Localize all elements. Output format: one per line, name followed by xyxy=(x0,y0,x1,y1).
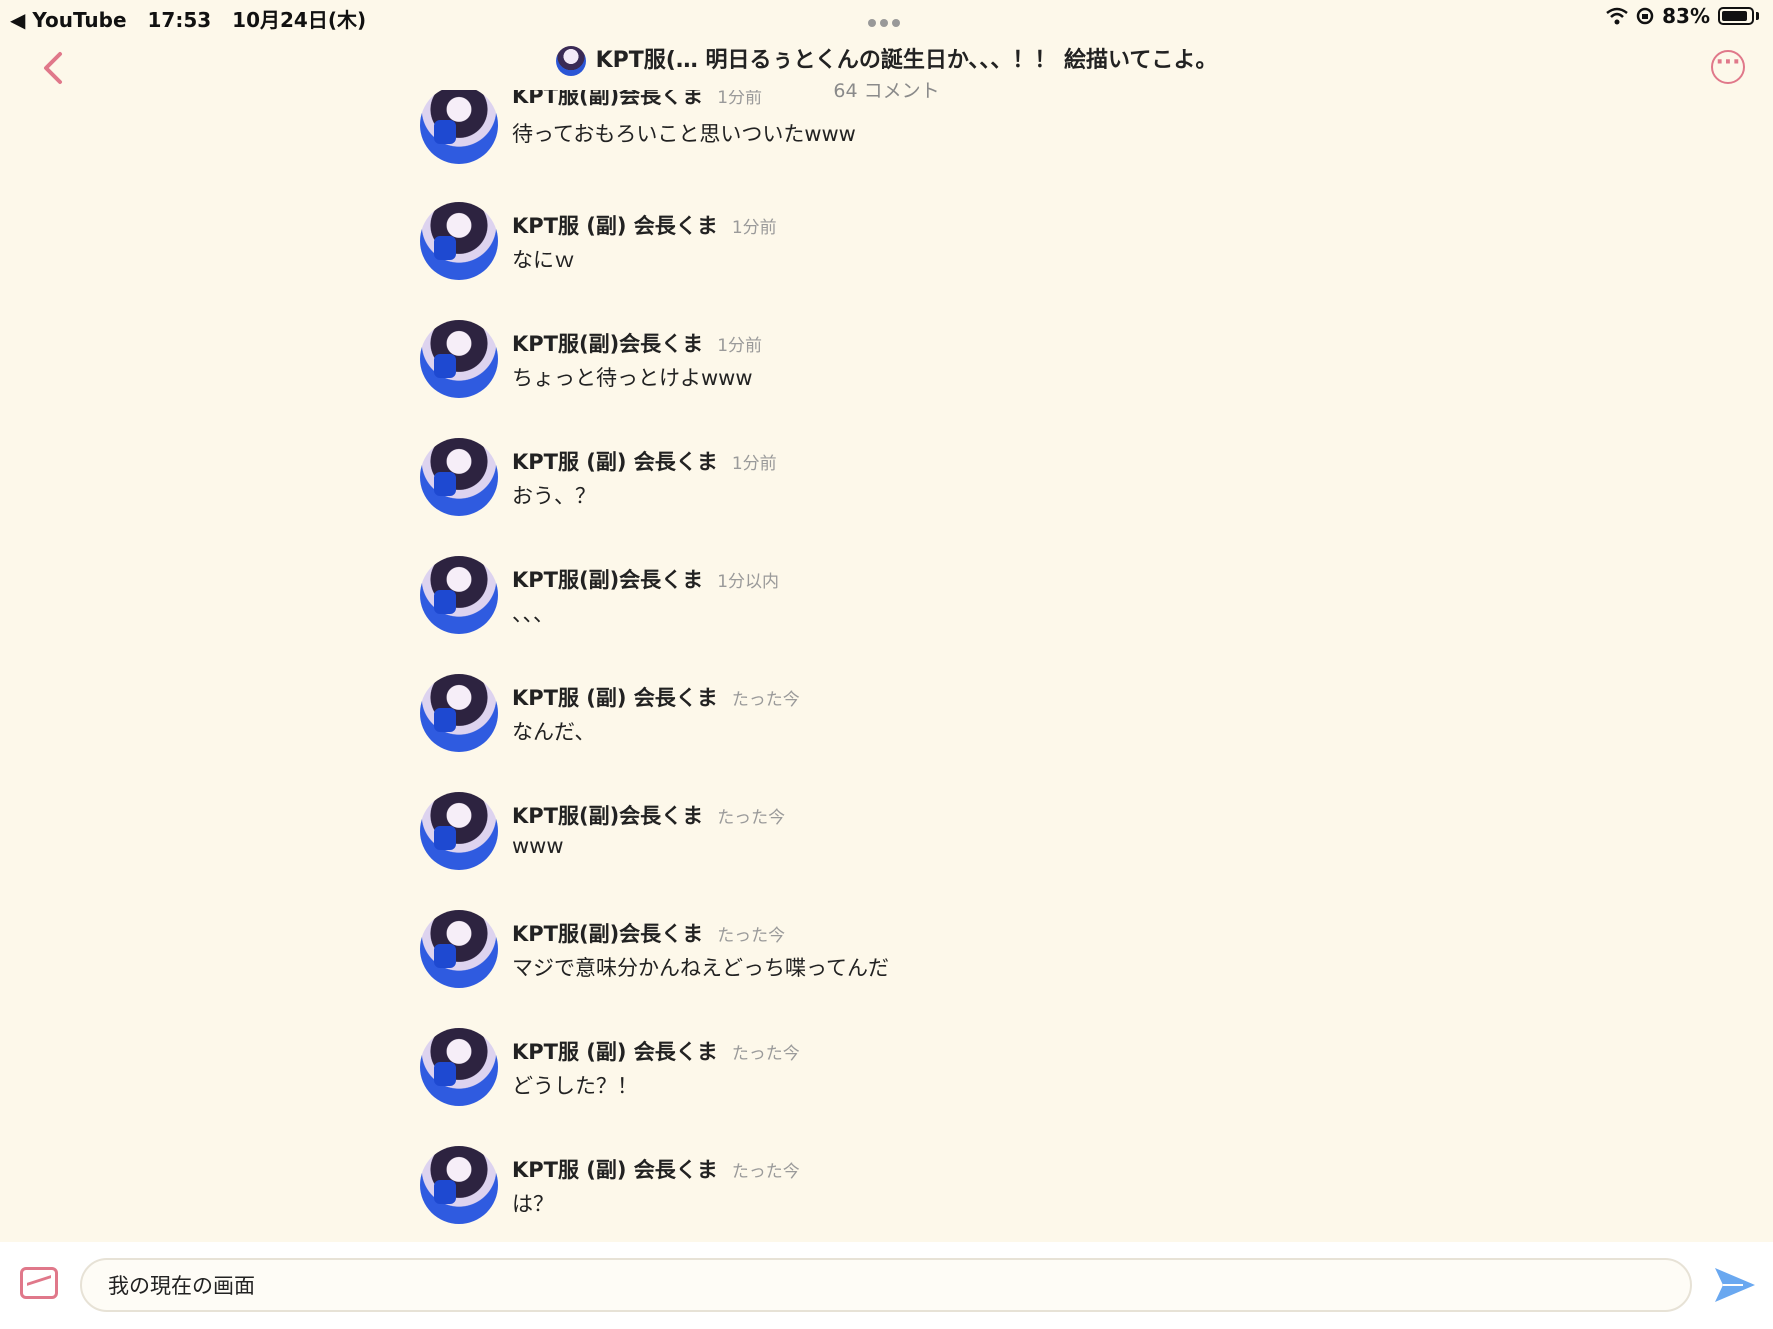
comment-author: KPT服(副)会長くま 1分前 xyxy=(512,90,763,108)
comment-item: KPT服 (副) 会長くま たった今 は？ xyxy=(420,1146,1320,1242)
avatar[interactable] xyxy=(420,1028,498,1106)
status-right: 83% xyxy=(1606,4,1759,28)
status-left: ◀ YouTube 17:53 10月24日(木) xyxy=(10,4,380,33)
comment-time: 1分以内 xyxy=(717,572,780,592)
comment-text: 待っておもろいこと思いついたwww xyxy=(512,122,856,146)
comment-time: 1分前 xyxy=(731,218,777,238)
comment-time: 1分前 xyxy=(717,336,763,356)
comment-text: 、、、 xyxy=(512,602,554,626)
comment-text: なんだ、 xyxy=(512,720,596,744)
comment-author: KPT服(副)会長くま 1分以内 xyxy=(512,568,780,592)
comment-author: KPT服 (副) 会長くま たった今 xyxy=(512,686,800,710)
comment-item: KPT服(副)会長くま 1分以内 、、、 xyxy=(420,556,1320,656)
comment-author: KPT服 (副) 会長くま 1分前 xyxy=(512,214,777,238)
comment-item: KPT服 (副) 会長くま たった今 どうした？！ xyxy=(420,1028,1320,1128)
comment-input[interactable] xyxy=(80,1258,1692,1312)
comment-item: KPT服 (副) 会長くま 1分前 おう、？ xyxy=(420,438,1320,538)
avatar[interactable] xyxy=(420,674,498,752)
comment-text: マジで意味分かんねえどっち喋ってんだ xyxy=(512,956,889,980)
status-time: 17:53 xyxy=(147,8,212,32)
wifi-icon xyxy=(1606,7,1628,25)
comment-list[interactable]: KPT服(副)会長くま 1分前 待っておもろいこと思いついたwww KPT服 (副… xyxy=(0,90,1773,1242)
rotation-lock-icon xyxy=(1636,7,1654,25)
comment-author: KPT服 (副) 会長くま たった今 xyxy=(512,1158,800,1182)
avatar[interactable] xyxy=(420,910,498,988)
avatar[interactable] xyxy=(420,202,498,280)
avatar[interactable] xyxy=(420,556,498,634)
battery-percent: 83% xyxy=(1662,4,1710,28)
avatar[interactable] xyxy=(420,320,498,398)
comment-author: KPT服(副)会長くま 1分前 xyxy=(512,332,763,356)
comment-time: たった今 xyxy=(731,1162,800,1182)
comment-time: 1分前 xyxy=(731,454,777,474)
compose-bar xyxy=(0,1242,1773,1329)
comment-item: KPT服(副)会長くま たった今 www xyxy=(420,792,1320,892)
comment-text: なにｗ xyxy=(512,248,575,272)
status-bar: ◀ YouTube 17:53 10月24日(木) 83% xyxy=(0,0,1773,34)
thread-title-text: KPT服(… 明日るぅとくんの誕生日か、、、！！ 絵描いてこよ。 xyxy=(595,48,1218,73)
status-date: 10月24日(木) xyxy=(232,8,367,32)
comment-time: たった今 xyxy=(731,1044,800,1064)
comment-time: たった今 xyxy=(717,926,786,946)
thread-title: KPT服(… 明日るぅとくんの誕生日か、、、！！ 絵描いてこよ。 xyxy=(0,42,1773,76)
comment-item: KPT服(副)会長くま 1分前 待っておもろいこと思いついたwww xyxy=(420,90,1320,186)
comment-text: どうした？！ xyxy=(512,1074,638,1098)
comment-text: おう、？ xyxy=(512,484,596,508)
back-to-app-link[interactable]: ◀ YouTube xyxy=(10,8,127,32)
comment-text: は？ xyxy=(512,1192,554,1216)
send-icon xyxy=(1715,1268,1755,1302)
comment-author: KPT服(副)会長くま たった今 xyxy=(512,804,786,828)
multitasking-dots-icon[interactable] xyxy=(868,12,908,27)
thread-avatar xyxy=(555,46,586,76)
comment-text: ちょっと待っとけよwww xyxy=(512,366,753,390)
comment-time: たった今 xyxy=(731,690,800,710)
avatar[interactable] xyxy=(420,1146,498,1224)
send-button[interactable] xyxy=(1713,1264,1757,1306)
comment-item: KPT服(副)会長くま 1分前 ちょっと待っとけよwww xyxy=(420,320,1320,420)
comment-item: KPT服 (副) 会長くま たった今 なんだ、 xyxy=(420,674,1320,774)
comment-time: たった今 xyxy=(717,808,786,828)
image-attach-button[interactable] xyxy=(20,1267,58,1299)
comment-author: KPT服(副)会長くま たった今 xyxy=(512,922,786,946)
more-options-button[interactable]: ··· xyxy=(1711,50,1745,84)
battery-icon xyxy=(1718,7,1754,25)
comment-text: www xyxy=(512,834,564,858)
avatar[interactable] xyxy=(420,90,498,164)
comment-author: KPT服 (副) 会長くま たった今 xyxy=(512,1040,800,1064)
comment-time: 1分前 xyxy=(717,90,763,108)
avatar[interactable] xyxy=(420,438,498,516)
comment-author: KPT服 (副) 会長くま 1分前 xyxy=(512,450,777,474)
more-icon: ··· xyxy=(1715,50,1741,75)
avatar[interactable] xyxy=(420,792,498,870)
comment-item: KPT服 (副) 会長くま 1分前 なにｗ xyxy=(420,202,1320,302)
comment-item: KPT服(副)会長くま たった今 マジで意味分かんねえどっち喋ってんだ xyxy=(420,910,1320,1010)
